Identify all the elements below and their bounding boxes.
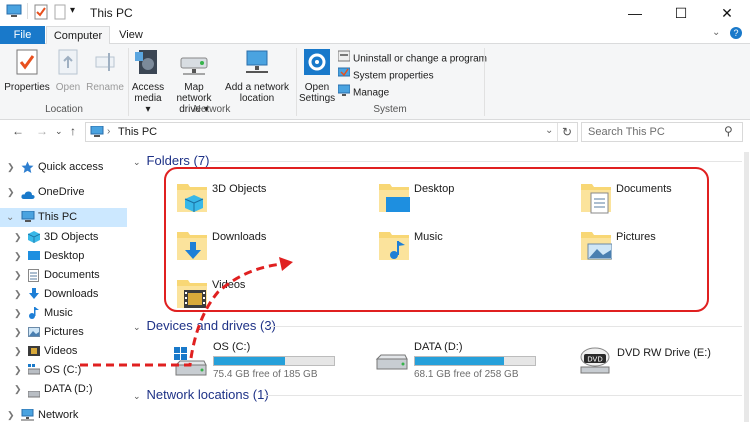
- annotation-dashed-arrow: [80, 262, 283, 367]
- vertical-scrollbar[interactable]: [743, 148, 750, 430]
- annotation-arrowhead: [279, 257, 293, 271]
- scrollbar-track[interactable]: [744, 152, 749, 422]
- annotation-overlay: [80, 167, 709, 367]
- folders-highlight-outline: [164, 167, 709, 312]
